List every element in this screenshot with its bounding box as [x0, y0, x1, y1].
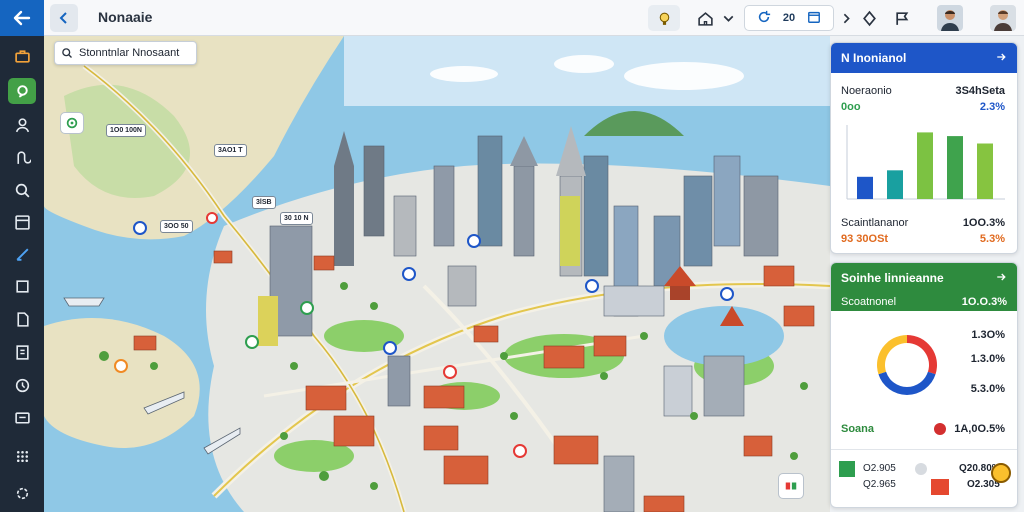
map-label: 1O0 100N: [106, 124, 146, 137]
clock-icon[interactable]: [8, 372, 36, 398]
footer-label: Scaintlananor: [841, 217, 909, 229]
bar: [887, 170, 903, 199]
flag-icon[interactable]: [889, 5, 915, 31]
avatar[interactable]: [937, 5, 963, 31]
chevron-left-icon[interactable]: [50, 4, 78, 32]
footer-value: 1OO.3%: [962, 217, 1005, 229]
user-icon[interactable]: [8, 112, 36, 138]
summary-panel-header: Soinhe linnieanne: [831, 263, 1017, 293]
nav-chevron-icon[interactable]: [836, 5, 856, 31]
refresh-icon[interactable]: [757, 10, 771, 27]
map-label: 3lSB: [252, 196, 276, 209]
metric-percent: 2.3%: [979, 101, 1005, 113]
map-label: 30 10 N: [280, 212, 313, 225]
top-bar: Nonaaie 20: [44, 0, 1024, 36]
report-icon[interactable]: [8, 339, 36, 365]
footer-percent: 5.3%: [979, 233, 1005, 245]
legend-dot: [915, 463, 927, 475]
summary-panel: Soinhe linnieanne Scoatnonel 1O.O.3% 1.3…: [830, 262, 1018, 508]
map-search-text: Stonntnlar Nnosaant: [79, 47, 180, 59]
divider: [831, 449, 1017, 450]
metric-label: Noeraonio: [841, 85, 892, 97]
bar-chart: [846, 125, 1005, 200]
map-layers-icon[interactable]: [778, 473, 804, 499]
stat-value: 1.3O%: [971, 329, 1005, 341]
stats-panel: N Inonianol Noeraonio 3S4hSeta 0oo 2.3% …: [830, 42, 1018, 254]
toolbar-group: 20: [744, 5, 834, 31]
bar: [947, 136, 963, 199]
warning-icon[interactable]: [991, 463, 1011, 483]
bottom-value: O2.905: [863, 463, 896, 474]
grid-icon[interactable]: [8, 443, 36, 469]
summary-footer-value: 1A,0O.5%: [954, 423, 1005, 435]
document-icon[interactable]: [8, 306, 36, 332]
map-pin-icon[interactable]: [8, 78, 36, 104]
route-icon[interactable]: [8, 144, 36, 170]
home-icon[interactable]: [692, 5, 718, 31]
summary-sub-value: 1O.O.3%: [961, 296, 1007, 308]
avatar-secondary[interactable]: [990, 5, 1016, 31]
chevron-down-icon[interactable]: [718, 5, 738, 31]
summary-footer-label: Soana: [841, 423, 875, 435]
search-icon: [61, 47, 73, 59]
donut-segment: [877, 335, 907, 375]
location-icon[interactable]: [856, 5, 882, 31]
status-dot: [934, 423, 947, 435]
square-icon[interactable]: [8, 273, 36, 299]
legend-swatch: [931, 479, 949, 495]
search-icon[interactable]: [8, 177, 36, 203]
bulb-icon[interactable]: [648, 5, 680, 31]
map-label: 3OO 50: [160, 220, 193, 233]
footer-sub: 93 30OSt: [841, 233, 889, 245]
donut-segment: [878, 371, 936, 395]
bottom-value: Q2.965: [863, 479, 896, 490]
map-view[interactable]: Stonntnlar Nnosaant 1O0 100N 3AO1 T 30 1…: [44, 36, 830, 512]
bar: [857, 176, 873, 199]
summary-sub-label: Scoatnonel: [841, 296, 897, 308]
expand-icon[interactable]: [995, 271, 1007, 286]
map-search-box[interactable]: Stonntnlar Nnosaant: [54, 41, 197, 65]
summary-panel-title: Soinhe linnieanne: [841, 271, 944, 285]
left-rail: [0, 0, 44, 512]
donut-chart: [877, 335, 937, 395]
stat-value: 1.3.0%: [970, 353, 1005, 365]
back-arrow-icon[interactable]: [0, 0, 44, 36]
bar: [917, 132, 933, 199]
toolbar-group-value[interactable]: 20: [783, 12, 795, 24]
map-label: 3AO1 T: [214, 144, 247, 157]
locate-icon[interactable]: [60, 112, 84, 134]
settings-icon[interactable]: [8, 480, 36, 506]
chat-icon[interactable]: [8, 405, 36, 431]
layers-icon[interactable]: [8, 209, 36, 235]
legend-swatch: [839, 461, 855, 477]
expand-icon[interactable]: [995, 51, 1007, 66]
calendar-icon[interactable]: [807, 10, 821, 27]
briefcase-icon[interactable]: [8, 43, 36, 69]
metric-sub: 0oo: [841, 101, 861, 113]
stats-panel-title: N Inonianol: [841, 51, 907, 65]
map-canvas: [44, 36, 830, 512]
stat-value: 5.3.0%: [970, 383, 1005, 395]
metric-value: 3S4hSeta: [955, 85, 1005, 97]
bar: [977, 143, 993, 199]
donut-segment: [907, 335, 937, 375]
draw-icon[interactable]: [8, 241, 36, 267]
app-title: Nonaaie: [98, 9, 153, 25]
stats-panel-header: N Inonianol: [831, 43, 1017, 73]
